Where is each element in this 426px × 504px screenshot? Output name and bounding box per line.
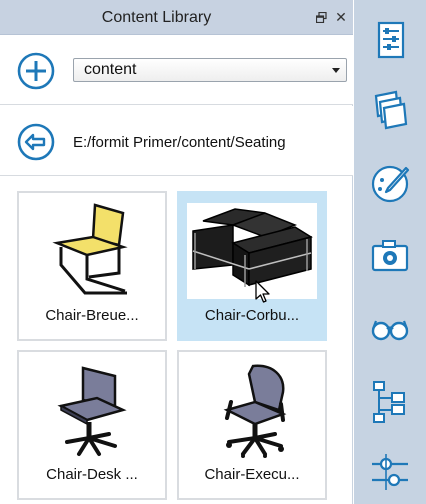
chevron-down-icon xyxy=(332,68,340,73)
properties-list-icon[interactable] xyxy=(366,18,414,66)
content-grid: Chair-Breue... Chair-Corbu... Chair-Desk… xyxy=(0,177,353,504)
back-arrow-icon[interactable] xyxy=(17,123,55,161)
chair-corbusier-thumbnail xyxy=(187,203,317,299)
content-item-label: Chair-Corbu... xyxy=(204,307,300,324)
content-library-panel: Content Library ✕ content E:/formit Prim… xyxy=(0,0,353,504)
path-bar: E:/formit Primer/content/Seating xyxy=(0,106,353,176)
glasses-icon[interactable] xyxy=(366,304,414,352)
chair-executive-thumbnail xyxy=(223,364,287,458)
materials-layers-icon[interactable] xyxy=(366,86,414,134)
plus-circle-icon[interactable] xyxy=(17,52,55,90)
paint-brush-icon[interactable] xyxy=(366,160,414,208)
right-toolbar xyxy=(354,0,426,504)
content-item-chair-executive[interactable]: Chair-Execu... xyxy=(177,350,327,500)
camera-icon[interactable] xyxy=(366,232,414,280)
mouse-cursor-icon xyxy=(255,280,270,303)
chair-breuer-thumbnail xyxy=(52,203,128,295)
hierarchy-tree-icon[interactable] xyxy=(366,376,414,424)
panel-title: Content Library xyxy=(101,9,212,26)
content-item-label: Chair-Desk ... xyxy=(46,466,138,483)
content-item-label: Chair-Breue... xyxy=(45,307,139,324)
float-window-icon[interactable] xyxy=(316,12,327,23)
content-item-chair-corbusier[interactable]: Chair-Corbu... xyxy=(177,191,327,341)
content-item-chair-desk[interactable]: Chair-Desk ... xyxy=(17,350,167,500)
close-icon[interactable]: ✕ xyxy=(334,9,348,25)
location-dropdown[interactable]: content xyxy=(73,58,347,82)
chair-desk-thumbnail xyxy=(57,366,127,456)
content-item-chair-breuer[interactable]: Chair-Breue... xyxy=(17,191,167,341)
panel-title-bar[interactable]: Content Library ✕ xyxy=(0,0,353,35)
location-dropdown-value: content xyxy=(84,61,137,78)
current-path: E:/formit Primer/content/Seating xyxy=(73,134,286,151)
content-item-label: Chair-Execu... xyxy=(204,466,300,483)
adjust-sliders-icon[interactable] xyxy=(366,448,414,496)
library-toolbar: content xyxy=(0,35,353,105)
